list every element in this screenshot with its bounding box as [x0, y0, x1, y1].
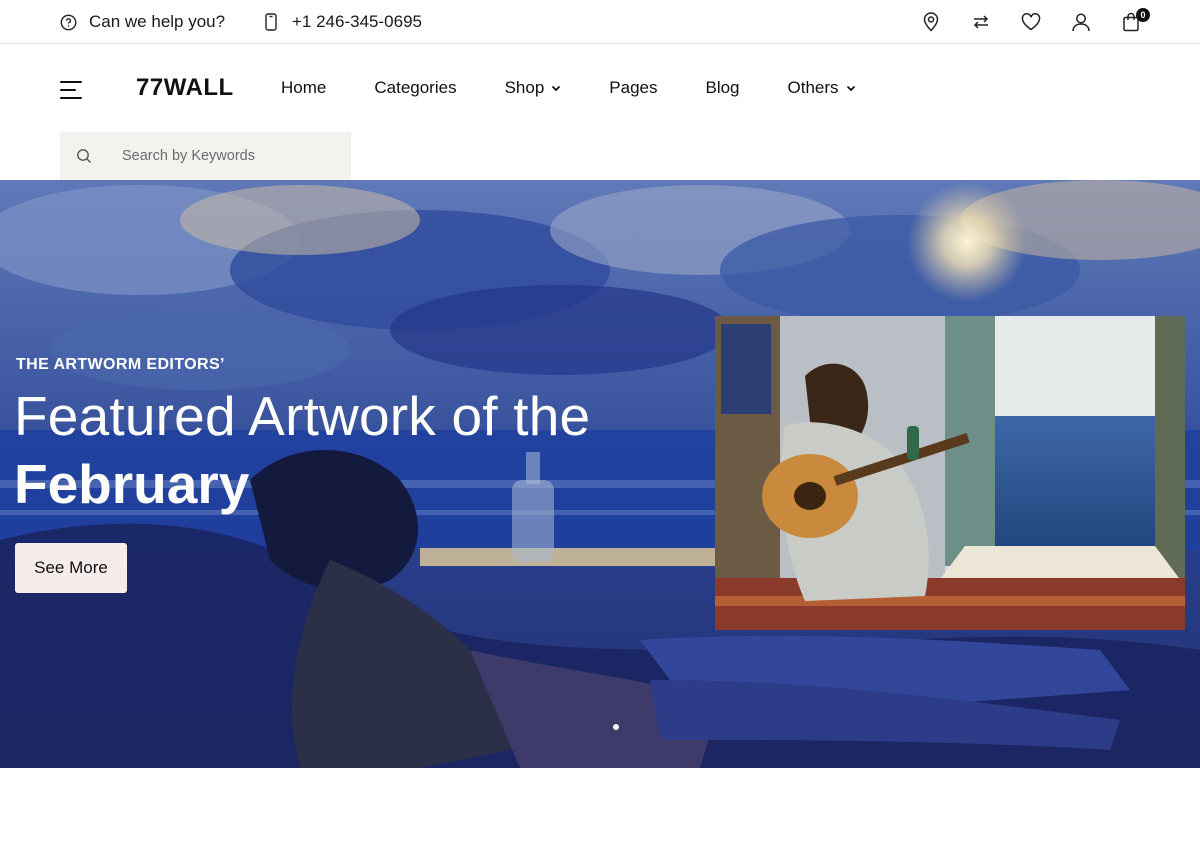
user-icon [1072, 13, 1090, 32]
compare-arrows-icon [973, 15, 989, 29]
main-nav: Home Categories Shop Pages Blog Others [281, 44, 904, 132]
menu-toggle-button[interactable] [60, 81, 82, 99]
nav-item-label: Shop [504, 78, 545, 97]
compare-button[interactable] [956, 0, 1006, 44]
nav-item-home[interactable]: Home [281, 78, 326, 98]
hero-headline-emphasis: February [14, 453, 250, 515]
nav-item-categories[interactable]: Categories [374, 78, 456, 98]
hero-headline: Featured Artwork of the [14, 385, 591, 447]
search-bar [60, 132, 351, 180]
help-link[interactable]: Can we help you? [60, 0, 225, 44]
account-button[interactable] [1056, 0, 1106, 44]
nav-item-blog[interactable]: Blog [705, 78, 739, 98]
hamburger-line [60, 81, 82, 83]
nav-item-pages[interactable]: Pages [609, 78, 657, 98]
cart-button[interactable]: 0 [1106, 0, 1156, 44]
site-logo[interactable]: 77WALL [136, 74, 234, 102]
featured-artwork-image[interactable] [715, 316, 1185, 630]
wishlist-button[interactable] [1006, 0, 1056, 44]
nav-item-label: Categories [374, 78, 457, 97]
phone-icon [265, 13, 277, 31]
hero-banner: THE ARTWORM EDITORS’ Featured Artwork of… [0, 180, 1200, 768]
hamburger-line [60, 97, 82, 99]
map-pin-icon [923, 12, 939, 32]
question-circle-icon [60, 14, 77, 30]
nav-item-others[interactable]: Others [788, 78, 856, 98]
heart-icon [1021, 13, 1041, 31]
slider-dot[interactable] [613, 724, 619, 730]
phone-number: +1 246-345-0695 [292, 12, 422, 31]
guitar-player-painting [715, 316, 1185, 630]
chevron-down-icon [846, 85, 855, 91]
hamburger-line [60, 89, 76, 91]
nav-item-shop[interactable]: Shop [505, 78, 562, 98]
search-icon[interactable] [76, 148, 92, 164]
main-header: 77WALL Home Categories Shop Pages Blog O… [0, 44, 1200, 132]
phone-link[interactable]: +1 246-345-0695 [264, 0, 422, 44]
see-more-button[interactable]: See More [15, 543, 127, 593]
cart-count-badge: 0 [1136, 8, 1150, 22]
store-locator-button[interactable] [906, 0, 956, 44]
nav-item-label: Home [281, 78, 327, 97]
utility-icons: 0 [906, 0, 1156, 44]
chevron-down-icon [552, 85, 561, 91]
search-input[interactable] [122, 148, 332, 164]
top-bar: Can we help you? +1 246-345-0695 0 [0, 0, 1200, 44]
nav-item-label: Blog [705, 78, 740, 97]
nav-item-label: Others [787, 78, 839, 97]
help-text: Can we help you? [89, 12, 226, 31]
nav-item-label: Pages [609, 78, 658, 97]
hero-eyebrow: THE ARTWORM EDITORS’ [16, 356, 225, 373]
